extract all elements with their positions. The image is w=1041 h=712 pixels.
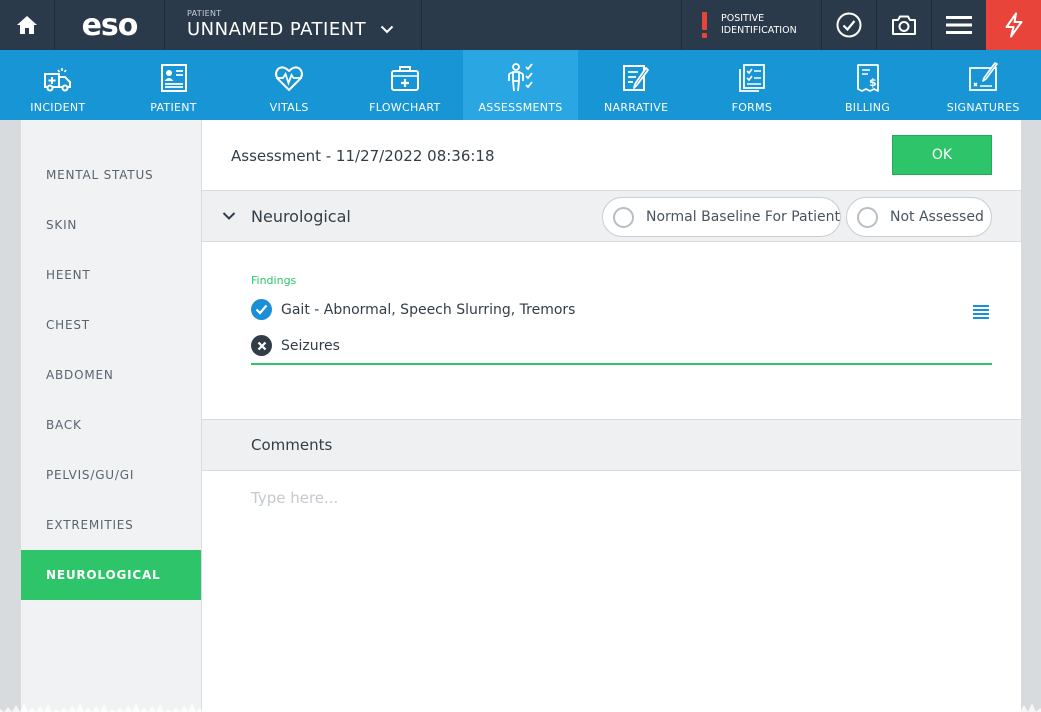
invoice-icon: $	[856, 64, 879, 92]
check-circle-icon	[836, 12, 862, 38]
nav-narrative[interactable]: NARRATIVE	[578, 50, 694, 120]
eso-logo: eso	[55, 0, 165, 50]
header-spacer	[422, 0, 682, 50]
nav-forms[interactable]: FORMS	[694, 50, 810, 120]
assessment-sidebar: MENTAL STATUS SKIN HEENT CHEST ABDOMEN B…	[21, 120, 201, 712]
camera-button[interactable]	[877, 0, 932, 50]
sidebar-item-pelvis-gu-gi[interactable]: PELVIS/GU/GI	[21, 450, 201, 500]
sidebar-item-heent[interactable]: HEENT	[21, 250, 201, 300]
patient-card-icon	[160, 64, 187, 92]
nav-assessments[interactable]: ASSESSMENTS	[462, 50, 579, 120]
svg-text:$: $	[869, 76, 877, 89]
nav-vitals[interactable]: VITALS	[231, 50, 347, 120]
neurological-section-header: Neurological Normal Baseline For Patient…	[202, 190, 1022, 242]
patient-label: PATIENT	[187, 9, 222, 18]
findings-label: Findings	[251, 274, 297, 287]
finding-text: Seizures	[281, 337, 340, 354]
not-assessed-option[interactable]: Not Assessed	[846, 197, 992, 237]
list-icon[interactable]	[972, 304, 990, 320]
signature-icon	[969, 62, 999, 91]
finding-item[interactable]: Gait - Abnormal, Speech Slurring, Tremor…	[251, 299, 575, 320]
normal-baseline-option[interactable]: Normal Baseline For Patient	[602, 197, 841, 237]
main-menu-button[interactable]	[932, 0, 987, 50]
main-nav: INCIDENT PATIENT VITALS FLOWCHART ASSESS…	[0, 50, 1041, 120]
alert-icon	[702, 12, 707, 38]
not-assessed-label: Not Assessed	[890, 209, 984, 225]
sidebar-item-back[interactable]: BACK	[21, 400, 201, 450]
section-title: Neurological	[251, 207, 351, 226]
comments-input[interactable]	[251, 486, 992, 510]
nav-flowchart-label: FLOWCHART	[369, 101, 441, 114]
hamburger-menu-icon	[946, 16, 972, 34]
ambulance-icon	[43, 68, 71, 92]
camera-icon	[892, 15, 916, 35]
home-button[interactable]	[0, 0, 55, 50]
sidebar-item-chest[interactable]: CHEST	[21, 300, 201, 350]
nav-billing[interactable]: $ BILLING	[810, 50, 926, 120]
right-gutter	[1021, 120, 1041, 712]
bolt-icon	[1005, 12, 1022, 38]
sidebar-item-skin[interactable]: SKIN	[21, 200, 201, 250]
quick-action-button[interactable]	[986, 0, 1041, 50]
nav-narrative-label: NARRATIVE	[603, 101, 669, 114]
nav-incident[interactable]: INCIDENT	[0, 50, 116, 120]
chevron-down-icon	[380, 25, 394, 34]
collapse-chevron-icon[interactable]	[222, 209, 236, 223]
positive-id-line1: POSITIVE	[721, 13, 765, 24]
nav-billing-label: BILLING	[844, 101, 891, 114]
assessment-panel: Assessment - 11/27/2022 08:36:18 OK Neur…	[201, 120, 1022, 712]
checklist-icon	[738, 64, 765, 92]
nav-patient[interactable]: PATIENT	[116, 50, 232, 120]
comments-section-header: Comments	[202, 419, 1022, 471]
sidebar-item-neurological[interactable]: NEUROLOGICAL	[21, 550, 201, 600]
assessment-title: Assessment - 11/27/2022 08:36:18	[231, 147, 495, 165]
home-icon	[17, 16, 37, 34]
heart-pulse-icon	[275, 66, 304, 91]
validate-button[interactable]	[822, 0, 877, 50]
finding-item[interactable]: Seizures	[251, 335, 340, 356]
positive-identification-button[interactable]: POSITIVE IDENTIFICATION	[682, 0, 822, 50]
nav-incident-label: INCIDENT	[30, 101, 86, 114]
radio-icon	[613, 206, 634, 228]
finding-text: Gait - Abnormal, Speech Slurring, Tremor…	[281, 301, 576, 318]
radio-icon	[857, 206, 878, 228]
nav-patient-label: PATIENT	[150, 101, 197, 114]
medical-bag-icon	[390, 66, 419, 91]
patient-selector[interactable]: PATIENT UNNAMED PATIENT	[165, 0, 422, 50]
nav-vitals-label: VITALS	[269, 101, 309, 114]
positive-id-line2: IDENTIFICATION	[721, 25, 797, 36]
body-check-icon	[507, 63, 533, 92]
ok-button[interactable]: OK	[892, 135, 992, 175]
findings-underline	[251, 363, 992, 365]
nav-signatures-label: SIGNATURES	[946, 101, 1020, 114]
check-icon	[251, 299, 272, 320]
nav-signatures[interactable]: SIGNATURES	[925, 50, 1041, 120]
nav-assessments-label: ASSESSMENTS	[478, 101, 563, 114]
patient-name: UNNAMED PATIENT	[187, 19, 367, 40]
sidebar-item-extremities[interactable]: EXTREMITIES	[21, 500, 201, 550]
comments-title: Comments	[251, 436, 333, 454]
top-header: eso PATIENT UNNAMED PATIENT POSITIVE IDE…	[0, 0, 1041, 50]
pencil-doc-icon	[623, 65, 650, 91]
torn-edge	[0, 703, 1041, 712]
x-icon	[251, 335, 272, 356]
nav-forms-label: FORMS	[731, 101, 773, 114]
sidebar-item-abdomen[interactable]: ABDOMEN	[21, 350, 201, 400]
sidebar-item-mental-status[interactable]: MENTAL STATUS	[21, 150, 201, 200]
nav-flowchart[interactable]: FLOWCHART	[347, 50, 463, 120]
normal-baseline-label: Normal Baseline For Patient	[646, 209, 840, 225]
